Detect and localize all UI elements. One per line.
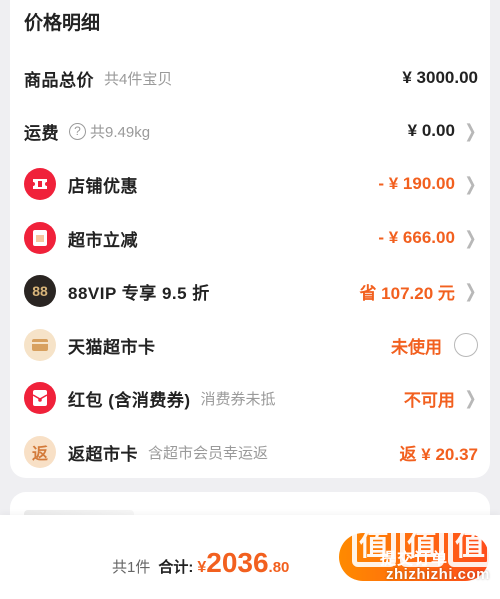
card-title: 价格明细	[24, 13, 101, 34]
chevron-right-icon: ❯	[464, 280, 477, 302]
help-icon[interactable]: ?	[69, 122, 86, 140]
shipping-label: 运费	[24, 123, 59, 143]
total-amount-dec: .80	[268, 559, 290, 576]
tmall-card-status: 未使用	[391, 337, 442, 357]
cashback-value: 返 ¥ 20.37	[399, 444, 478, 464]
shipping-value: ¥ 0.00	[407, 121, 455, 140]
vip-label: 88VIP 专享 9.5 折	[68, 283, 210, 303]
card-icon	[24, 329, 56, 361]
reduce-badge-icon	[24, 222, 56, 254]
total-label: 合计:	[158, 559, 194, 576]
watermark-logo: 值 值 值	[342, 512, 492, 572]
market-cut-label: 超市立减	[68, 230, 138, 250]
red-packet-status: 不可用	[403, 390, 455, 410]
chevron-right-icon: ❯	[464, 120, 477, 142]
cashback-icon: 返	[24, 436, 56, 468]
goods-count: 共4件宝贝	[104, 70, 173, 88]
watermark-char: 值	[448, 517, 492, 567]
ticket-icon	[24, 168, 56, 200]
watermark-site: zhizhizhi.com	[386, 566, 490, 583]
goods-total-label: 商品总价	[24, 70, 94, 90]
vip-row[interactable]: 88 88VIP 专享 9.5 折 省 107.20 元 ❯	[10, 271, 490, 311]
chevron-right-icon: ❯	[464, 387, 477, 409]
price-detail-card: 价格明细 商品总价 共4件宝贝 ¥ 3000.00 运费 ? 共9.49kg ¥…	[10, 0, 490, 478]
cashback-label: 返超市卡	[68, 444, 138, 464]
red-packet-label: 红包 (含消费券)	[68, 390, 191, 410]
item-count: 共1件	[112, 559, 151, 576]
chevron-right-icon: ❯	[464, 173, 477, 195]
watermark-char: 值	[400, 517, 444, 567]
store-discount-row[interactable]: 店铺优惠 - ¥ 190.00 ❯	[10, 164, 490, 204]
red-packet-note: 消费券未抵	[200, 390, 276, 408]
currency-symbol: ¥	[197, 559, 207, 576]
order-total: 共1件 合计: ¥ 2036 .80	[112, 547, 289, 579]
tmall-card-radio[interactable]	[454, 333, 478, 357]
vip-88-icon: 88	[24, 275, 56, 307]
shipping-row[interactable]: 运费 ? 共9.49kg ¥ 0.00 ❯	[10, 111, 490, 151]
market-cut-value: - ¥ 666.00	[378, 228, 455, 247]
total-amount-int: 2036	[206, 547, 269, 578]
cashback-note: 含超市会员幸运返	[148, 444, 269, 462]
chevron-right-icon: ❯	[464, 227, 477, 249]
goods-total-value: ¥ 3000.00	[402, 68, 478, 87]
cashback-row[interactable]: 返 返超市卡 含超市会员幸运返 返 ¥ 20.37	[10, 432, 490, 472]
market-cut-row[interactable]: 超市立减 - ¥ 666.00 ❯	[10, 218, 490, 258]
goods-total-row: 商品总价 共4件宝贝 ¥ 3000.00	[10, 58, 490, 98]
store-discount-value: - ¥ 190.00	[378, 174, 455, 193]
red-packet-icon	[24, 382, 56, 414]
vip-saving-value: 省 107.20 元	[359, 283, 455, 303]
store-discount-label: 店铺优惠	[68, 176, 138, 196]
tmall-card-label: 天猫超市卡	[68, 337, 156, 357]
watermark-char: 值	[352, 517, 396, 567]
shipping-weight: 共9.49kg	[90, 123, 151, 141]
red-packet-row[interactable]: 红包 (含消费券) 消费券未抵 不可用 ❯	[10, 378, 490, 418]
tmall-card-row[interactable]: 天猫超市卡 未使用	[10, 325, 490, 365]
